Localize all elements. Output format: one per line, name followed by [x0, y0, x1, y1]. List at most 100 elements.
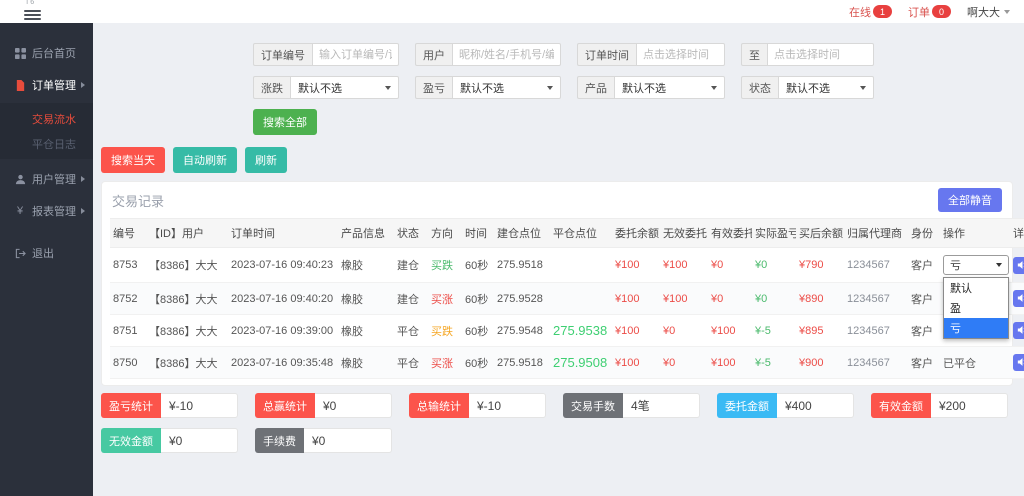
- profit-loss-dropdown: 默认盈亏: [943, 277, 1009, 339]
- table-cell: 建仓: [394, 283, 428, 315]
- profit-loss-select[interactable]: 亏: [943, 255, 1009, 275]
- table-cell: 1234567: [844, 283, 908, 315]
- sidebar: 后台首页订单管理交易流水平仓日志用户管理 ¥报表管理退出: [0, 23, 93, 496]
- detail-cell: [1010, 347, 1024, 379]
- table-cell: 275.9518: [494, 248, 550, 283]
- table-cell: 客户: [908, 315, 940, 347]
- table-cell: 2023-07-16 09:35:48: [228, 347, 338, 379]
- table-cell: ¥100: [708, 347, 752, 379]
- table-cell: ¥0: [752, 248, 796, 283]
- column-header: 建仓点位: [494, 219, 550, 248]
- updown-select[interactable]: 默认不选: [290, 76, 399, 99]
- sidebar-item[interactable]: 退出: [0, 239, 93, 267]
- online-label: 在线: [849, 4, 871, 20]
- table-cell: ¥900: [796, 347, 844, 379]
- filter-updown: 涨跌 默认不选: [253, 76, 399, 99]
- updown-select-value: 默认不选: [298, 80, 342, 96]
- stat-value: ¥0: [315, 393, 392, 418]
- table-cell: 275.9528: [494, 283, 550, 315]
- column-header: 时间: [462, 219, 494, 248]
- online-indicator[interactable]: 在线 1: [849, 4, 892, 20]
- table-cell: 8752: [110, 283, 146, 315]
- table-cell: 275.9548: [494, 315, 550, 347]
- product-select-value: 默认不选: [622, 80, 666, 96]
- table-cell: ¥100: [660, 283, 708, 315]
- table-cell: 275.9538: [550, 315, 612, 347]
- sidebar-subitem[interactable]: 交易流水: [0, 106, 93, 131]
- stat-value: ¥400: [777, 393, 854, 418]
- speaker-icon: [1017, 323, 1024, 338]
- sidebar-item-label: 退出: [32, 245, 54, 261]
- orders-indicator[interactable]: 订单 0: [908, 4, 951, 20]
- dashboard-icon: [13, 48, 27, 59]
- order-time-input[interactable]: [636, 43, 725, 66]
- table-cell: 买跌: [428, 315, 462, 347]
- filter-product: 产品 默认不选: [577, 76, 725, 99]
- filter-product-label: 产品: [577, 76, 614, 99]
- table-cell: [550, 283, 612, 315]
- table-row: 8750【8386】大大2023-07-16 09:35:48橡胶平仓买涨60秒…: [110, 347, 1024, 379]
- table-cell: 建仓: [394, 248, 428, 283]
- table-cell: 【8386】大大: [146, 248, 228, 283]
- table-cell: 客户: [908, 347, 940, 379]
- logout-icon: [13, 248, 27, 259]
- card-title: 交易记录: [112, 191, 164, 210]
- stat-value: ¥0: [161, 428, 238, 453]
- voice-button[interactable]: [1013, 354, 1024, 371]
- column-header: 详情: [1010, 219, 1024, 248]
- dropdown-option[interactable]: 亏: [944, 318, 1008, 338]
- column-header: 有效委托: [708, 219, 752, 248]
- sidebar-subitem[interactable]: 平仓日志: [0, 131, 93, 156]
- voice-button[interactable]: [1013, 257, 1024, 274]
- table-cell: ¥100: [612, 248, 660, 283]
- sidebar-item[interactable]: 订单管理: [0, 71, 93, 99]
- table-cell: ¥100: [612, 347, 660, 379]
- voice-button[interactable]: [1013, 290, 1024, 307]
- stat-label: 委托金额: [717, 393, 777, 418]
- sidebar-item[interactable]: 后台首页: [0, 39, 93, 67]
- status-select[interactable]: 默认不选: [778, 76, 874, 99]
- user-menu[interactable]: 啊大大: [967, 4, 1010, 20]
- table-cell: 60秒: [462, 315, 494, 347]
- sidebar-item[interactable]: ¥报表管理: [0, 197, 93, 225]
- filter-profit-label: 盈亏: [415, 76, 452, 99]
- dropdown-option[interactable]: 默认: [944, 278, 1008, 298]
- time-to-input[interactable]: [767, 43, 874, 66]
- detail-cell: [1010, 248, 1024, 283]
- table-cell: 橡胶: [338, 315, 394, 347]
- voice-button[interactable]: [1013, 322, 1024, 339]
- operation-cell: 已平仓: [940, 347, 1010, 379]
- sidebar-item[interactable]: 用户管理: [0, 165, 93, 193]
- filter-to-label: 至: [741, 43, 767, 66]
- table-row: 8753【8386】大大2023-07-16 09:40:23橡胶建仓买跌60秒…: [110, 248, 1024, 283]
- search-all-button[interactable]: 搜索全部: [253, 109, 317, 135]
- column-header: 【ID】用户: [146, 219, 228, 248]
- filter-user: 用户: [415, 43, 561, 66]
- column-header: 实际盈亏: [752, 219, 796, 248]
- filter-order-time-label: 订单时间: [577, 43, 636, 66]
- profit-select[interactable]: 默认不选: [452, 76, 561, 99]
- product-select[interactable]: 默认不选: [614, 76, 725, 99]
- table-cell: ¥0: [708, 283, 752, 315]
- auto-refresh-button[interactable]: 自动刷新: [173, 147, 237, 173]
- sidebar-item-label: 报表管理: [32, 203, 76, 219]
- profit-loss-select-value: 亏: [950, 257, 961, 273]
- chevron-down-icon: [860, 86, 866, 90]
- stat-label: 手续费: [255, 428, 304, 453]
- trade-records-card: 交易记录 全部静音 编号【ID】用户订单时间产品信息状态方向时间建仓点位平仓点位…: [101, 181, 1013, 386]
- status-select-value: 默认不选: [786, 80, 830, 96]
- refresh-button[interactable]: 刷新: [245, 147, 287, 173]
- column-header: 方向: [428, 219, 462, 248]
- mute-all-button[interactable]: 全部静音: [938, 188, 1002, 212]
- table-cell: 【8386】大大: [146, 315, 228, 347]
- search-today-button[interactable]: 搜索当天: [101, 147, 165, 173]
- table-cell: 买跌: [428, 248, 462, 283]
- order-no-input[interactable]: [312, 43, 399, 66]
- stat-item: 交易手数4笔: [563, 393, 700, 418]
- column-header: 无效委托: [660, 219, 708, 248]
- topbar-right: 在线 1 订单 0 啊大大: [849, 4, 1010, 20]
- stat-value: ¥200: [931, 393, 1008, 418]
- sidebar-toggle-icon[interactable]: [24, 8, 41, 22]
- dropdown-option[interactable]: 盈: [944, 298, 1008, 318]
- user-input[interactable]: [452, 43, 561, 66]
